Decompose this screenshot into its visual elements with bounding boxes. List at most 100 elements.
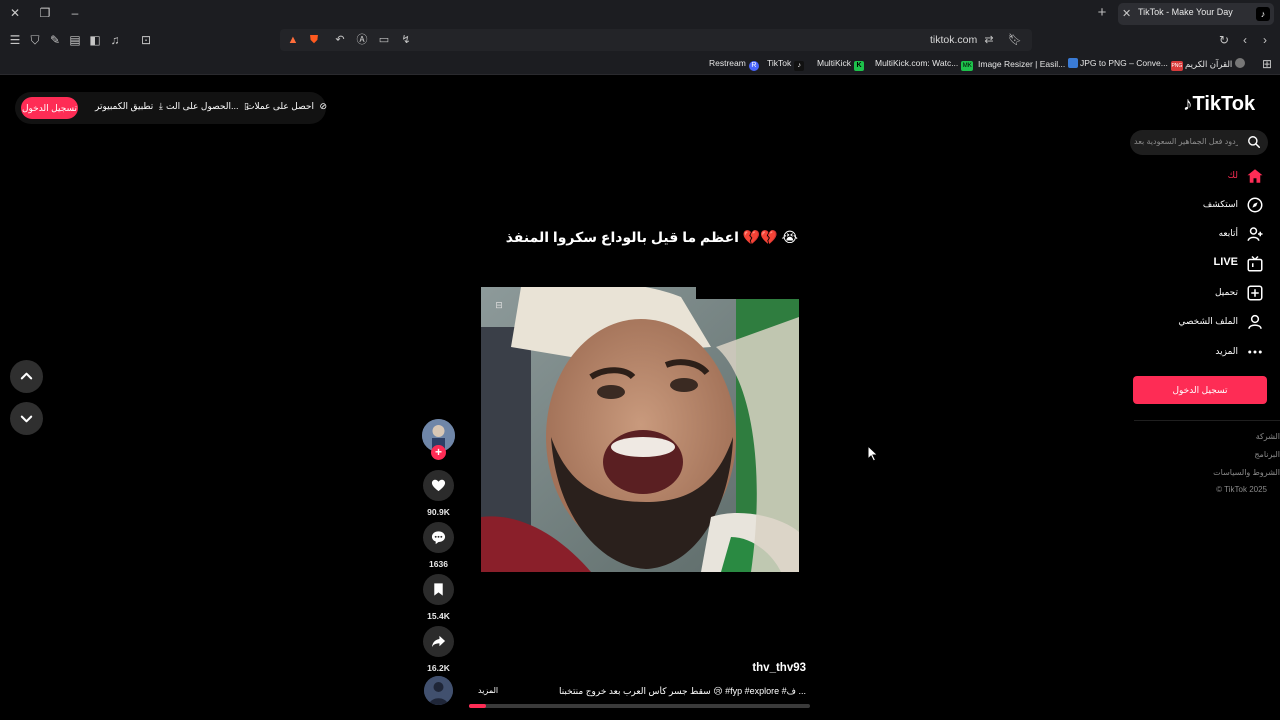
forward-icon[interactable]: › — [1257, 32, 1273, 48]
footer-company-link[interactable]: الشركة — [1256, 432, 1280, 441]
next-video-avatar[interactable] — [424, 676, 453, 705]
screenshot-icon[interactable]: ⊡ — [138, 32, 154, 48]
comment-count: 1636 — [429, 559, 448, 569]
search-input[interactable]: زدود فعل الجماهير السعودية بعد ... — [1134, 137, 1238, 146]
desktop-app-link[interactable]: تطبيق الكمبيوتر ⤓ — [95, 101, 163, 112]
bookmark-icon[interactable]: 🔖︎ — [1007, 32, 1023, 48]
bookmark-quran[interactable]: القرآن الكريم — [1185, 58, 1246, 70]
back-icon[interactable]: ‹ — [1237, 32, 1253, 48]
video-progress-fill — [469, 704, 487, 708]
search-icon[interactable] — [1247, 135, 1261, 149]
bookmark-multikick-watch[interactable]: MultiKick.com: Watc... MK — [875, 58, 974, 71]
footer-program-link[interactable]: البرنامج — [1254, 450, 1280, 459]
nav-more[interactable]: المزيد — [1140, 340, 1268, 364]
nav-label-profile: الملف الشخصي — [1178, 316, 1238, 326]
png-icon: PNG — [1170, 61, 1183, 71]
nav-label-explore: استكشف — [1202, 199, 1238, 209]
video-progress-bar[interactable] — [469, 704, 810, 708]
bookmark-jpg-to-png[interactable]: JPG to PNG – Conve... PNG — [1080, 58, 1183, 71]
image-resizer-icon — [1068, 58, 1079, 68]
music-icon[interactable]: ♫ — [107, 32, 123, 48]
mouse-cursor-icon — [867, 445, 879, 462]
bookmark-multikick[interactable]: MultiKick K — [817, 58, 865, 71]
extension-icon[interactable]: ↯ — [398, 32, 414, 48]
following-icon — [1247, 227, 1263, 241]
browser-tab[interactable]: ✕ TikTok - Make Your Day ♪ — [1118, 3, 1274, 25]
close-window-icon[interactable]: ✕ — [6, 5, 24, 21]
nav-profile[interactable]: الملف الشخصي — [1140, 310, 1268, 334]
live-icon — [1247, 255, 1263, 272]
brave-shields-icon[interactable]: ⛊ — [306, 32, 322, 48]
bookmarks-menu-icon[interactable]: ⊞ — [1259, 56, 1275, 72]
new-tab-icon[interactable]: + — [1094, 4, 1110, 22]
topbar-login-button[interactable]: تسجيل الدخول — [21, 97, 78, 119]
bookmark-tiktok[interactable]: TikTok ♪ — [767, 58, 805, 71]
multikick-icon: MK — [961, 61, 974, 71]
sidebar-toggle-icon[interactable]: ◧ — [87, 32, 103, 48]
sidebar-login-button[interactable]: تسجيل الدخول — [1133, 376, 1267, 404]
nav-for-you[interactable]: لك — [1140, 164, 1268, 188]
cast-icon[interactable]: ▭ — [376, 32, 392, 48]
tabs-icon[interactable]: ▤ — [67, 32, 83, 48]
like-button[interactable] — [423, 470, 454, 501]
description-more-link[interactable]: المزيد — [478, 686, 498, 695]
top-action-bar: تسجيل الدخول تطبيق الكمبيوتر ⤓ الحصول عل… — [15, 92, 327, 124]
next-avatar-image — [424, 676, 453, 705]
get-coins-link[interactable]: احصل على عملات ⊘ — [246, 101, 327, 112]
share-button[interactable] — [423, 626, 454, 657]
next-video-button[interactable] — [10, 402, 43, 435]
previous-video-button[interactable] — [10, 360, 43, 393]
footer-terms-link[interactable]: الشروط والسياسات — [1213, 468, 1280, 477]
restore-window-icon[interactable]: ❐ — [36, 5, 54, 21]
address-bar[interactable]: ▲ ⛊ ↶ Ⓐ ▭ ↯ tiktok.com ⇄ 🔖︎ — [280, 29, 1032, 51]
bookmarks-bar: Restream R TikTok ♪ MultiKick K MultiKick.c… — [0, 52, 1280, 75]
kick-icon: K — [854, 61, 865, 71]
sidebar-divider — [1134, 420, 1280, 421]
shield-icon[interactable]: ⛉ — [27, 32, 43, 48]
site-settings-icon[interactable]: ⇄ — [981, 32, 997, 48]
tiktok-icon: ♪ — [794, 61, 805, 71]
back-arrow-icon[interactable]: ↶ — [332, 32, 348, 48]
translate-icon[interactable]: Ⓐ — [354, 32, 370, 48]
video-description: سقط جسر كأس العرب بعد خروج منتخبنا 😢 #fy… — [558, 686, 806, 696]
search-bar[interactable]: زدود فعل الجماهير السعودية بعد ... — [1130, 130, 1268, 155]
comment-button[interactable] — [423, 522, 454, 553]
comment-icon — [431, 531, 446, 545]
tab-close-icon[interactable]: ✕ — [1122, 6, 1134, 22]
home-icon — [1247, 169, 1263, 183]
follow-plus-icon[interactable]: + — [431, 445, 446, 460]
nav-live[interactable]: LIVE — [1140, 252, 1268, 276]
save-button[interactable] — [423, 574, 454, 605]
profile-icon — [1248, 314, 1262, 329]
chevron-up-icon — [20, 372, 33, 380]
menu-icon[interactable]: ☰ — [7, 32, 23, 48]
pin-icon[interactable]: ✎ — [47, 32, 63, 48]
url-text[interactable]: tiktok.com — [930, 34, 977, 46]
share-icon — [431, 635, 446, 648]
tab-title: TikTok - Make Your Day — [1138, 7, 1233, 17]
video-frame — [481, 287, 799, 572]
author-username[interactable]: thv_thv93 — [700, 662, 806, 674]
nav-upload[interactable]: تحميل — [1140, 281, 1268, 305]
video-options-icon[interactable]: ⊟ — [491, 297, 507, 313]
nav-label-following: أتابعه — [1218, 228, 1238, 238]
tiktok-logo[interactable]: ♪TikTok — [1183, 93, 1255, 116]
nav-following[interactable]: أتابعه — [1140, 222, 1268, 246]
brave-rewards-icon[interactable]: ▲ — [285, 32, 301, 48]
video-player[interactable] — [481, 287, 799, 572]
reload-icon[interactable]: ↻ — [1216, 32, 1232, 48]
coin-icon: ⊘ — [319, 101, 328, 111]
bookmark-restream[interactable]: Restream R — [709, 58, 759, 71]
nav-label-upload: تحميل — [1214, 287, 1238, 297]
like-count: 90.9K — [427, 507, 450, 517]
nav-label-for-you: لك — [1227, 170, 1238, 180]
footer-copyright: © TikTok 2025 — [1216, 485, 1267, 494]
chevron-down-icon — [20, 415, 33, 423]
tiktok-note-icon: ♪ — [1183, 94, 1193, 115]
share-count: 16.2K — [427, 663, 450, 673]
nav-explore[interactable]: استكشف — [1140, 193, 1268, 217]
browser-toolbar: ☰ ⛉ ✎ ▤ ◧ ♫ ⊡ ▲ ⛊ ↶ Ⓐ ▭ ↯ tiktok.com ⇄ 🔖… — [0, 27, 1280, 52]
get-app-link[interactable]: الحصول على الت... ▯ — [166, 101, 249, 112]
bookmark-image-resizer[interactable]: Image Resizer | Easil... — [978, 58, 1079, 69]
minimize-window-icon[interactable]: – — [66, 5, 84, 21]
